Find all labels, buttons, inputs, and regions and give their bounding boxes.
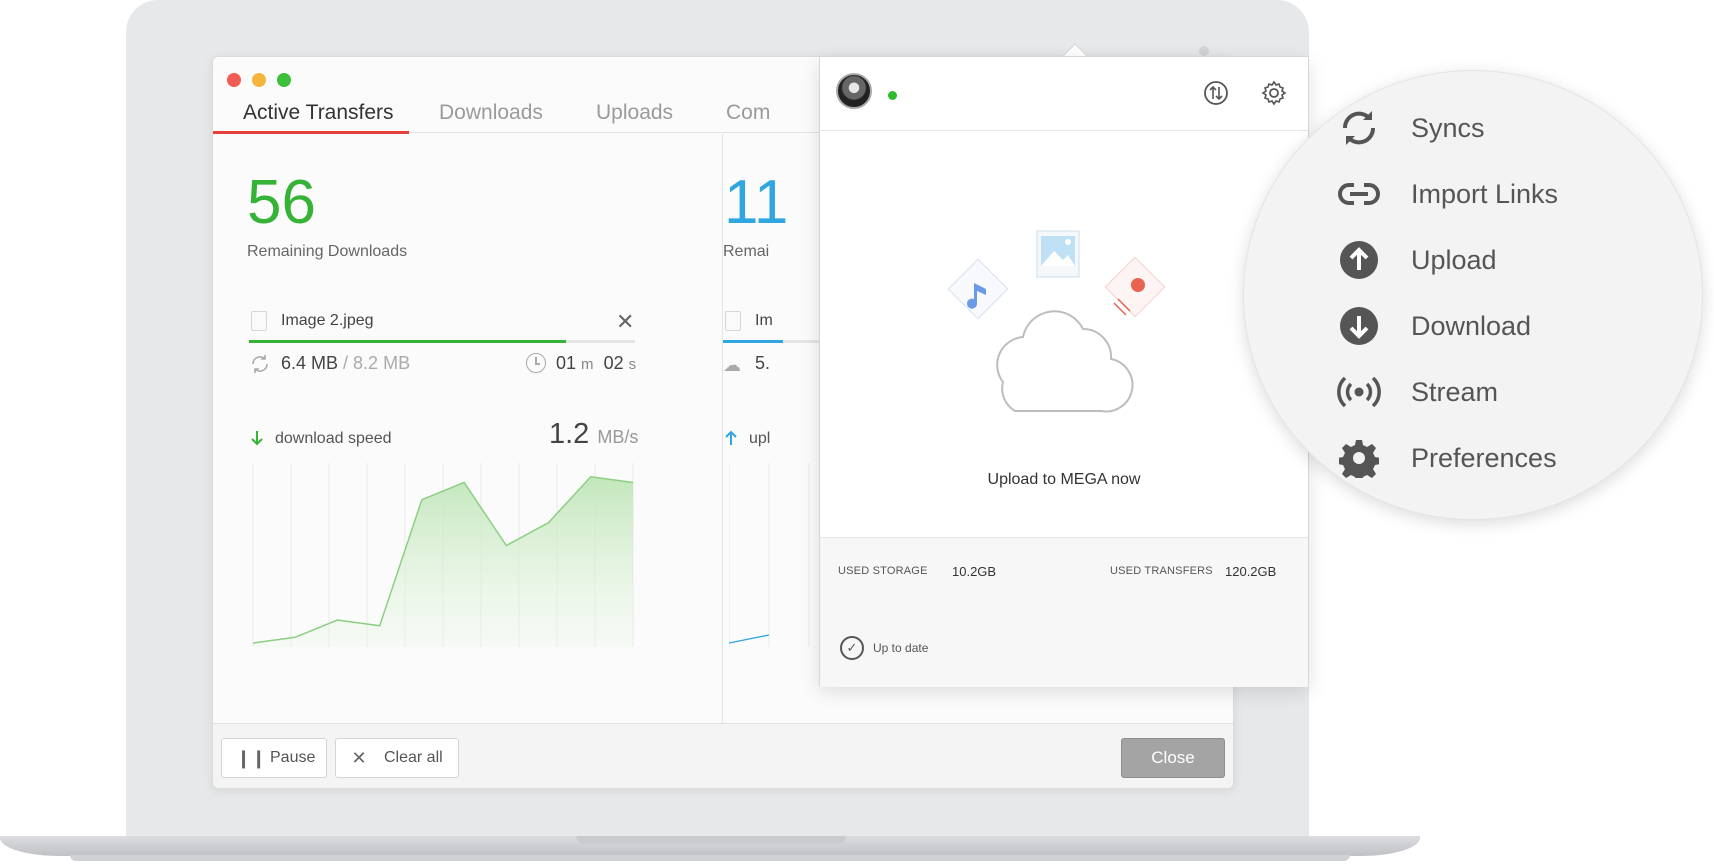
download-file-name: Image 2.jpeg <box>281 312 374 329</box>
menu-label-download: Download <box>1411 310 1532 341</box>
file-icon <box>251 311 267 331</box>
time-remaining: 01 m 02 s <box>556 353 636 374</box>
clear-all-label: Clear all <box>384 749 443 766</box>
menu-item-upload[interactable]: Upload <box>1337 238 1497 282</box>
popup-header <box>820 57 1308 131</box>
settings-gear-icon[interactable] <box>1260 79 1288 107</box>
cancel-download-icon[interactable]: ✕ <box>616 309 634 335</box>
upload-file-icon <box>725 311 741 331</box>
total-size: / 8.2 MB <box>343 353 411 373</box>
time-seconds: 02 <box>603 353 624 373</box>
camera <box>1199 46 1209 56</box>
sync-icon <box>1337 106 1381 150</box>
tab-downloads[interactable]: Downloads <box>439 101 543 125</box>
menu-label-upload: Upload <box>1411 244 1497 275</box>
time-minutes: 01 <box>556 353 577 373</box>
menu-item-import-links[interactable]: Import Links <box>1337 172 1558 216</box>
mega-popup: Upload to MEGA now USED STORAGE 10.2GB U… <box>819 56 1309 687</box>
speed-area <box>253 476 633 647</box>
download-speed-chart <box>252 463 634 647</box>
upload-progress-fill <box>723 340 783 343</box>
popup-footer: USED STORAGE 10.2GB USED TRANSFERS 120.2… <box>820 537 1308 687</box>
menu-item-stream[interactable]: Stream <box>1337 370 1498 414</box>
download-progress-fill <box>249 340 566 343</box>
tab-completed[interactable]: Com <box>726 101 770 125</box>
sync-status-text: Up to date <box>873 641 929 655</box>
upload-speed-label: upl <box>749 430 771 447</box>
menu-item-syncs[interactable]: Syncs <box>1337 106 1485 150</box>
download-speed-label: download speed <box>275 430 392 447</box>
download-speed-value: 1.2 MB/s <box>549 418 638 451</box>
online-status-dot <box>888 91 897 100</box>
sync-icon <box>249 353 271 375</box>
tab-active-transfers[interactable]: Active Transfers <box>243 101 394 125</box>
upload-to-mega-link[interactable]: Upload to MEGA now <box>820 471 1308 489</box>
photo-file-icon <box>1036 230 1080 278</box>
tab-uploads[interactable]: Uploads <box>596 101 673 125</box>
upload-progress-bar <box>723 340 823 343</box>
laptop-base <box>0 836 1420 856</box>
laptop-foot <box>70 855 1350 861</box>
remaining-downloads-count: 56 <box>247 168 316 237</box>
menu-label-import-links: Import Links <box>1411 178 1559 209</box>
menu-item-preferences[interactable]: Preferences <box>1337 436 1557 480</box>
upload-file-name: Im <box>755 312 773 329</box>
gear-icon <box>1337 436 1381 480</box>
cloud-upload-icon: ☁ <box>723 355 741 375</box>
link-icon <box>1337 172 1381 216</box>
remaining-downloads-label: Remaining Downloads <box>247 243 408 260</box>
menu-label-syncs: Syncs <box>1411 112 1485 143</box>
remaining-uploads-label: Remai <box>723 243 770 260</box>
sync-status: ✓ Up to date <box>840 636 928 660</box>
transfers-icon[interactable] <box>1202 79 1230 107</box>
menu-item-download[interactable]: Download <box>1337 304 1531 348</box>
upload-illustration <box>947 230 1166 413</box>
upload-arrow-icon <box>723 429 739 447</box>
used-transfers-value: 120.2GB <box>1225 564 1277 579</box>
clock-icon <box>526 353 546 373</box>
download-icon <box>1337 304 1381 348</box>
menu-label-preferences: Preferences <box>1411 442 1557 473</box>
upload-size-stat: 5. <box>755 353 771 373</box>
pause-label: Pause <box>270 749 316 766</box>
used-transfers-label: USED TRANSFERS <box>1110 565 1213 577</box>
clear-all-button[interactable]: ✕ Clear all <box>335 738 459 778</box>
download-speed-unit: MB/s <box>597 427 639 447</box>
used-storage-value: 10.2GB <box>952 564 997 579</box>
download-arrow-icon <box>249 429 265 447</box>
avatar[interactable] <box>836 73 872 109</box>
menu-label-stream: Stream <box>1411 376 1499 407</box>
check-icon: ✓ <box>840 636 864 660</box>
stream-icon <box>1337 370 1381 414</box>
download-size-stat: 6.4 MB / 8.2 MB <box>281 353 410 374</box>
pause-icon: ❙❙ <box>236 747 267 768</box>
clear-icon: ✕ <box>351 747 367 768</box>
upload-icon <box>1337 238 1381 282</box>
pause-button[interactable]: ❙❙ Pause <box>221 738 327 778</box>
time-minutes-unit: m <box>581 356 594 373</box>
time-seconds-unit: s <box>628 356 637 373</box>
window-footer: ❙❙ Pause ✕ Clear all Close <box>213 723 1233 788</box>
tab-active-underline <box>213 131 409 134</box>
remaining-uploads-count: 11 <box>724 168 789 237</box>
used-storage-label: USED STORAGE <box>838 565 928 577</box>
download-speed-number: 1.2 <box>549 418 590 450</box>
stage: Active Transfers Downloads Uploads Com 5… <box>0 0 1714 868</box>
download-progress-bar <box>249 340 635 343</box>
close-button[interactable]: Close <box>1121 738 1225 778</box>
transferred-size: 6.4 MB <box>281 353 339 373</box>
